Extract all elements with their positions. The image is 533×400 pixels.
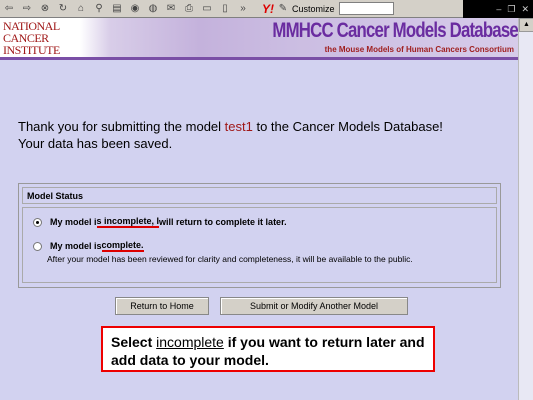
- message-text: to the Cancer Models Database!: [252, 119, 443, 134]
- print-icon[interactable]: ⎙: [182, 3, 196, 15]
- option-complete[interactable]: My model is complete.: [33, 240, 486, 252]
- browser-toolbar: ⇦ ⇨ ⊗ ↻ ⌂ ⚲ ▤ ◉ ◍ ✉ ⎙ ▭ ▯ » Y! ✎ Customi…: [0, 0, 533, 18]
- yahoo-logo[interactable]: Y!: [262, 2, 274, 16]
- return-home-button[interactable]: Return to Home: [115, 297, 209, 315]
- stop-icon[interactable]: ⊗: [38, 3, 52, 15]
- message-text: Thank you for submitting the model: [18, 119, 225, 134]
- history-icon[interactable]: ◍: [146, 3, 160, 15]
- site-title: MMHCC Cancer Models Database: [272, 19, 518, 42]
- window-controls: – ❐ ✕: [463, 0, 533, 18]
- yahoo-search-input[interactable]: [338, 2, 394, 15]
- discuss-icon[interactable]: ▯: [218, 3, 232, 15]
- model-status-panel: Model Status My model is incomplete, I w…: [18, 183, 501, 288]
- complete-note: After your model has been reviewed for c…: [47, 254, 413, 264]
- home-icon[interactable]: ⌂: [74, 3, 88, 15]
- callout-keyword: incomplete: [156, 334, 224, 350]
- site-subtitle: the Mouse Models of Human Cancers Consor…: [324, 45, 514, 54]
- restore-icon[interactable]: ❐: [507, 4, 515, 15]
- model-name: test1: [224, 119, 253, 134]
- callout-text: Select: [111, 334, 157, 350]
- radio-incomplete[interactable]: [33, 217, 42, 227]
- saved-text: Your data has been saved.: [18, 136, 173, 151]
- option-label-underlined: s incomplete, I: [96, 216, 160, 228]
- pencil-icon[interactable]: ✎: [276, 3, 290, 15]
- search-icon[interactable]: ⚲: [92, 3, 106, 15]
- minimize-icon[interactable]: –: [496, 4, 501, 14]
- option-label: My model i: [50, 217, 97, 227]
- media-icon[interactable]: ◉: [128, 3, 142, 15]
- option-label-underlined: complete.: [101, 240, 144, 252]
- option-label: My model is: [50, 241, 102, 251]
- favorites-icon[interactable]: ▤: [110, 3, 124, 15]
- close-icon[interactable]: ✕: [521, 4, 529, 15]
- nci-logo-line: INSTITUTE: [3, 43, 60, 57]
- nci-logo[interactable]: NATIONAL CANCER INSTITUTE: [3, 20, 60, 56]
- vertical-scrollbar[interactable]: ▲: [518, 18, 533, 400]
- option-label: will return to complete it later.: [159, 217, 287, 227]
- toolbar-overflow[interactable]: »: [236, 3, 250, 15]
- refresh-icon[interactable]: ↻: [56, 3, 70, 15]
- option-incomplete[interactable]: My model is incomplete, I will return to…: [33, 216, 486, 228]
- site-banner: NATIONAL CANCER INSTITUTE MMHCC Cancer M…: [0, 18, 519, 60]
- confirmation-message: Thank you for submitting the model test1…: [18, 118, 443, 152]
- mail-icon[interactable]: ✉: [164, 3, 178, 15]
- model-status-heading: Model Status: [22, 187, 497, 204]
- edit-icon[interactable]: ▭: [200, 3, 214, 15]
- instruction-callout: Select incomplete if you want to return …: [101, 326, 435, 372]
- forward-icon[interactable]: ⇨: [20, 3, 34, 15]
- customize-button[interactable]: Customize: [292, 4, 335, 14]
- back-icon[interactable]: ⇦: [2, 3, 16, 15]
- submit-another-model-button[interactable]: Submit or Modify Another Model: [220, 297, 408, 315]
- radio-complete[interactable]: [33, 241, 42, 251]
- scroll-up-icon[interactable]: ▲: [519, 18, 533, 32]
